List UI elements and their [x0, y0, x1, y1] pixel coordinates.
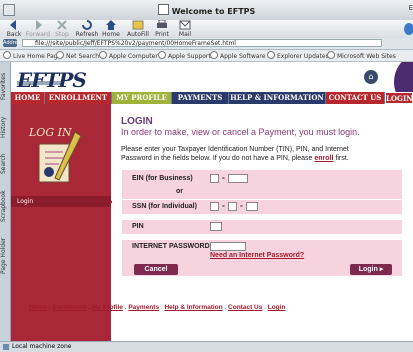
ssn-row: SSN (for Individual) - -: [122, 200, 402, 214]
svg-text:LOG IN: LOG IN: [28, 126, 72, 139]
nav-home[interactable]: HOME: [11, 92, 45, 104]
site-nav: HOME ENROLLMENT MY PROFILE PAYMENTS HELP…: [11, 92, 413, 104]
login-quill-graphic: LOG IN: [28, 126, 82, 183]
print-button[interactable]: Print: [152, 20, 172, 38]
pin-field[interactable]: [210, 222, 222, 231]
bookmark-icon: [56, 51, 64, 59]
ein-field-2[interactable]: [228, 174, 248, 183]
ein-field-1[interactable]: [210, 174, 219, 183]
printer-icon: [157, 20, 167, 28]
autofill-button[interactable]: AutoFill: [126, 20, 150, 38]
ssn-field-3[interactable]: [246, 202, 258, 211]
url-input[interactable]: file:///site/public/Jeff/EFTPS%20v2/paym…: [22, 39, 382, 47]
ssn-field-1[interactable]: [210, 202, 219, 211]
back-button[interactable]: Back: [3, 20, 25, 38]
tin-row: EIN (for Business) - or: [122, 170, 402, 199]
footer-enrollment[interactable]: Enrollment: [52, 304, 86, 311]
eftps-logo[interactable]: EFTPS: [17, 68, 97, 92]
enroll-link[interactable]: enroll: [314, 155, 333, 162]
ein-label: EIN (for Business): [132, 175, 193, 182]
web-page: EFTPS ⌂ HOME ENROLLMENT MY PROFILE PAYME…: [11, 62, 413, 341]
bookmark-icon: [267, 51, 275, 59]
status-bar: Local machine zone: [0, 341, 413, 352]
footer-help[interactable]: Help & Information: [164, 304, 222, 311]
ssn-label: SSN (for Individual): [132, 203, 197, 210]
tab-history[interactable]: History: [0, 110, 10, 144]
page-title: LOGIN: [121, 116, 153, 127]
bookmark-icon: [158, 51, 166, 59]
home-badge-icon[interactable]: ⌂: [364, 70, 378, 84]
footer-payments[interactable]: Payments: [128, 304, 159, 311]
cancel-button[interactable]: Cancel: [134, 264, 178, 275]
page-icon: [157, 4, 169, 15]
buttons-row: Cancel Login ▸: [122, 262, 402, 276]
tab-page-holder[interactable]: Page Holder: [0, 232, 10, 280]
fav-live-home-page[interactable]: Live Home Page: [3, 51, 61, 60]
favorites-bar: Live Home Page Net Search Apple Computer…: [0, 50, 413, 62]
mail-button[interactable]: Mail: [175, 20, 195, 38]
footer-links: Home . Enrollment . My Profile . Payment…: [29, 304, 286, 311]
site-header: EFTPS ⌂: [11, 62, 413, 112]
address-label: Address: [3, 39, 23, 47]
window-title-bar: Welcome to EFTPS E: [0, 0, 413, 21]
back-arrow-icon: [10, 20, 16, 30]
status-text: Local machine zone: [12, 343, 72, 350]
fav-apple-computer[interactable]: Apple Computer: [99, 51, 158, 60]
need-password-link[interactable]: Need an Internet Password?: [210, 251, 304, 260]
password-label: INTERNET PASSWORD: [132, 243, 210, 250]
nav-help-information[interactable]: HELP & INFORMATION: [229, 92, 326, 104]
refresh-icon: [82, 20, 92, 30]
nav-enrollment[interactable]: ENROLLMENT: [45, 92, 112, 104]
nav-my-profile[interactable]: MY PROFILE: [112, 92, 172, 104]
bookmark-icon: [3, 51, 11, 59]
window-title: Welcome to EFTPS: [0, 4, 413, 16]
autofill-icon: [132, 20, 144, 30]
tab-scrapbook[interactable]: Scrapbook: [0, 184, 10, 228]
footer-my-profile[interactable]: My Profile: [92, 304, 123, 311]
explorer-bar: Favorites History Search Scrapbook Page …: [0, 62, 11, 341]
fav-net-search[interactable]: Net Search: [56, 51, 99, 60]
zone-icon: [3, 344, 9, 350]
window-edge-letter: E: [408, 4, 413, 12]
home-button[interactable]: Home: [101, 20, 121, 38]
browser-logo-icon: [404, 23, 413, 35]
pin-row: PIN: [122, 220, 402, 234]
bookmark-icon: [99, 51, 107, 59]
or-label: or: [176, 188, 183, 195]
fav-explorer-updates[interactable]: Explorer Updates: [267, 51, 329, 60]
stop-x-icon: [57, 20, 67, 30]
forward-button[interactable]: Forward: [25, 20, 51, 38]
bookmark-icon: [327, 51, 335, 59]
password-row: INTERNET PASSWORD Need an Internet Passw…: [122, 240, 402, 262]
mail-envelope-icon: [179, 20, 191, 30]
tab-favorites[interactable]: Favorites: [0, 66, 10, 106]
forward-arrow-icon: [36, 20, 42, 30]
ssn-field-2[interactable]: [228, 202, 237, 211]
pin-label: PIN: [132, 223, 144, 230]
fav-apple-support[interactable]: Apple Support: [158, 51, 211, 60]
login-subtitle: In order to make, view or cancel a Payme…: [121, 127, 360, 137]
footer-login[interactable]: Login: [268, 304, 286, 311]
browser-toolbar: Back Forward Stop Refresh Home AutoFill …: [0, 20, 413, 39]
login-instructions: Please enter your Taxpayer Identificatio…: [121, 146, 349, 162]
footer-home[interactable]: Home: [29, 304, 47, 311]
login-button[interactable]: Login ▸: [350, 264, 392, 275]
fav-apple-software[interactable]: Apple Software: [210, 51, 265, 60]
nav-login[interactable]: LOGIN: [385, 92, 413, 104]
footer-contact-us[interactable]: Contact Us: [228, 304, 262, 311]
stop-button[interactable]: Stop: [52, 20, 72, 38]
fav-microsoft-web-sites[interactable]: Microsoft Web Sites: [327, 51, 396, 60]
nav-contact-us[interactable]: CONTACT US: [326, 92, 385, 104]
refresh-button[interactable]: Refresh: [74, 20, 100, 38]
house-icon: [106, 20, 116, 30]
nav-payments[interactable]: PAYMENTS: [172, 92, 229, 104]
sidebar-item-login[interactable]: Login: [11, 196, 115, 207]
password-field[interactable]: [210, 242, 246, 251]
bookmark-icon: [210, 51, 218, 59]
tab-search[interactable]: Search: [0, 148, 10, 180]
address-bar: Address file:///site/public/Jeff/EFTPS%2…: [0, 38, 413, 50]
